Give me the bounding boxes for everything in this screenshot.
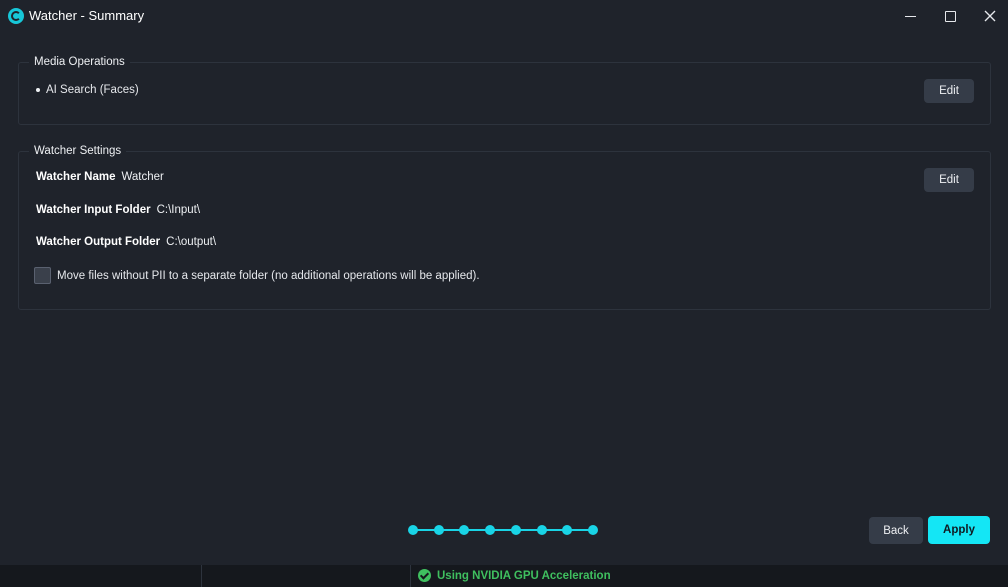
watcher-input-folder-value: C:\Input\ [156,204,201,216]
watcher-name-value: Watcher [121,171,164,183]
watcher-output-folder-value: C:\output\ [166,236,217,248]
watcher-settings-group: Watcher Settings Edit Watcher Name Watch… [18,145,991,310]
edit-watcher-settings-button[interactable]: Edit [924,168,974,192]
step-dot-2 [434,525,444,535]
step-dot-7 [562,525,572,535]
watcher-name-label: Watcher Name [36,171,116,183]
minimize-icon [904,15,916,17]
apply-button[interactable]: Apply [928,516,990,544]
status-bar: Using NVIDIA GPU Acceleration [0,565,1008,587]
maximize-button[interactable] [932,0,968,32]
watcher-output-folder-label: Watcher Output Folder [36,236,161,248]
status-divider [201,565,202,587]
move-files-checkbox-label: Move files without PII to a separate fol… [57,269,480,282]
step-dot-1 [408,525,418,535]
watcher-output-folder-row: Watcher Output Folder C:\output\ [36,236,216,248]
gpu-status-text: Using NVIDIA GPU Acceleration [437,569,611,582]
watcher-input-folder-label: Watcher Input Folder [36,204,151,216]
gpu-status: Using NVIDIA GPU Acceleration [418,569,611,582]
edit-media-operations-button[interactable]: Edit [924,79,974,103]
minimize-button[interactable] [892,0,928,32]
app-logo-icon [8,8,24,24]
status-divider [410,565,411,587]
step-dot-8 [588,525,598,535]
app-window: Watcher - Summary Media Operations AI Se… [0,0,1008,587]
media-operations-title: Media Operations [29,56,130,68]
wizard-progress-stepper [408,524,598,536]
bullet-icon [36,88,40,92]
window-title: Watcher - Summary [29,8,145,23]
step-dot-3 [459,525,469,535]
media-operation-label: AI Search (Faces) [46,84,139,96]
close-button[interactable] [972,0,1008,32]
step-dot-6 [537,525,547,535]
maximize-icon [944,10,956,22]
step-dot-5 [511,525,521,535]
back-button[interactable]: Back [869,517,923,544]
step-dot-4 [485,525,495,535]
close-icon [984,10,996,22]
move-files-option[interactable]: Move files without PII to a separate fol… [34,267,480,284]
watcher-input-folder-row: Watcher Input Folder C:\Input\ [36,204,200,216]
title-bar: Watcher - Summary [0,0,1008,32]
media-operations-group: Media Operations AI Search (Faces) Edit [18,56,991,125]
watcher-name-row: Watcher Name Watcher [36,171,164,183]
watcher-settings-title: Watcher Settings [29,145,127,157]
move-files-checkbox[interactable] [34,267,51,284]
check-circle-icon [418,569,431,582]
media-operation-item: AI Search (Faces) [36,84,139,96]
